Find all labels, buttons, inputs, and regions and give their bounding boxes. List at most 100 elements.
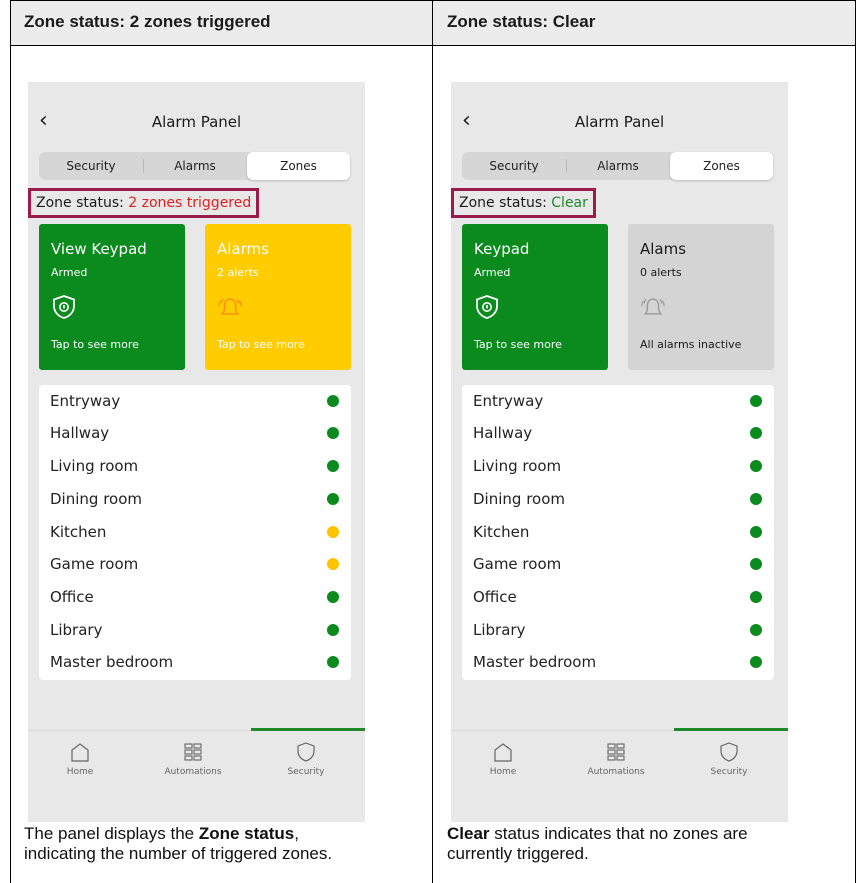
zone-status-dot [750, 493, 762, 505]
zone-name: Game room [473, 555, 562, 573]
segmented-control: Security Alarms Zones [462, 152, 773, 180]
zone-row[interactable]: Dining room [462, 483, 774, 516]
zone-name: Kitchen [473, 523, 530, 541]
app-bar: ‹ Alarm Panel [451, 104, 788, 138]
zone-name: Hallway [473, 424, 533, 442]
caption-bold: Clear [447, 824, 490, 843]
zone-status-dot [327, 460, 339, 472]
card-title: View Keypad [51, 240, 147, 258]
zone-list: Entryway Hallway Living room Dining room… [39, 385, 351, 680]
zone-status-value: 2 zones triggered [128, 195, 252, 211]
shield-lock-icon [53, 295, 75, 319]
bottom-tab-bar: Home Automations Security [451, 728, 788, 822]
alarms-card[interactable]: Alarms 2 alerts Tap to see more [205, 224, 351, 370]
bottom-tab-bar: Home Automations Security [28, 728, 365, 822]
shield-lock-icon [476, 295, 498, 319]
zone-row[interactable]: Library [462, 614, 774, 647]
tab-label: Home [66, 767, 94, 777]
tab-label: Automations [164, 767, 222, 777]
keypad-card[interactable]: Keypad Armed Tap to see more [462, 224, 608, 370]
zone-status-dot [750, 558, 762, 570]
zone-status-dot [327, 656, 339, 668]
caption-text: Clear status indicates that no zones are… [447, 824, 842, 864]
zone-row[interactable]: Office [39, 581, 351, 614]
segment-security[interactable]: Security [462, 152, 566, 180]
tab-home[interactable]: Home [28, 739, 135, 777]
zone-name: Master bedroom [473, 653, 597, 671]
zone-status-dot [327, 395, 339, 407]
tab-security[interactable]: Security [674, 739, 784, 777]
zone-row[interactable]: Hallway [39, 417, 351, 450]
zone-status-dot [327, 624, 339, 636]
alarms-card[interactable]: Alams 0 alerts All alarms inactive [628, 224, 774, 370]
tab-label: Security [287, 767, 325, 777]
zone-name: Dining room [50, 490, 142, 508]
zone-row[interactable]: Master bedroom [462, 646, 774, 679]
tab-home[interactable]: Home [451, 739, 558, 777]
zone-name: Living room [50, 457, 139, 475]
card-title: Keypad [474, 240, 530, 258]
zone-status-highlight: Zone status: Clear [451, 188, 596, 218]
segment-zones[interactable]: Zones [247, 152, 350, 180]
zone-row[interactable]: Entryway [462, 385, 774, 418]
card-subtitle: Armed [51, 266, 88, 279]
phone-screen: ‹ Alarm Panel Security Alarms Zones Zone… [28, 82, 365, 822]
zone-row[interactable]: Game room [39, 548, 351, 581]
segment-alarms[interactable]: Alarms [566, 152, 670, 180]
caption-part: The panel displays the [24, 824, 199, 843]
tab-security[interactable]: Security [251, 739, 361, 777]
segment-zones[interactable]: Zones [670, 152, 773, 180]
caption-part: status indicates that no zones are curre… [447, 824, 748, 863]
zone-row[interactable]: Living room [39, 450, 351, 483]
tab-label: Security [710, 767, 748, 777]
zone-row[interactable]: Dining room [39, 483, 351, 516]
grid-icon [184, 743, 202, 761]
column-title: Zone status: Clear [447, 12, 596, 31]
zone-row[interactable]: Master bedroom [39, 646, 351, 679]
tab-automations[interactable]: Automations [138, 739, 248, 777]
page-title: Alarm Panel [574, 113, 665, 131]
tab-label: Home [489, 767, 517, 777]
zone-row[interactable]: Entryway [39, 385, 351, 418]
active-tab-indicator [674, 728, 788, 731]
zone-row[interactable]: Library [39, 614, 351, 647]
caption-text: The panel displays the Zone status, indi… [24, 824, 419, 864]
home-icon [71, 743, 89, 762]
zone-status-label: Zone status: [36, 195, 129, 211]
shield-icon [720, 742, 738, 762]
zone-status-dot [327, 526, 339, 538]
zone-row[interactable]: Kitchen [462, 516, 774, 549]
keypad-card[interactable]: View Keypad Armed Tap to see more [39, 224, 185, 370]
zone-name: Living room [473, 457, 562, 475]
tab-automations[interactable]: Automations [561, 739, 671, 777]
zone-name: Master bedroom [50, 653, 174, 671]
zone-row[interactable]: Game room [462, 548, 774, 581]
card-footer: Tap to see more [51, 338, 139, 351]
zone-name: Library [50, 621, 103, 639]
zone-row[interactable]: Hallway [462, 417, 774, 450]
segmented-control: Security Alarms Zones [39, 152, 350, 180]
zone-name: Office [473, 588, 517, 606]
card-subtitle: Armed [474, 266, 511, 279]
zone-row[interactable]: Living room [462, 450, 774, 483]
app-bar: ‹ Alarm Panel [28, 104, 365, 138]
card-subtitle: 2 alerts [217, 266, 259, 279]
zone-row[interactable]: Kitchen [39, 516, 351, 549]
segment-security[interactable]: Security [39, 152, 143, 180]
segment-alarms[interactable]: Alarms [143, 152, 247, 180]
zone-name: Kitchen [50, 523, 107, 541]
zone-status-highlight: Zone status: 2 zones triggered [28, 188, 260, 218]
zone-row[interactable]: Office [462, 581, 774, 614]
zone-list: Entryway Hallway Living room Dining room… [462, 385, 774, 680]
bell-ringing-icon [218, 298, 242, 315]
zone-status-dot [327, 558, 339, 570]
tab-label: Automations [587, 767, 645, 777]
zone-name: Library [473, 621, 526, 639]
zone-status-label: Zone status: [459, 195, 552, 211]
card-title: Alarms [217, 240, 269, 258]
bell-ringing-icon [641, 298, 665, 315]
zone-status-dot [750, 395, 762, 407]
zone-name: Entryway [50, 392, 121, 410]
card-subtitle: 0 alerts [640, 266, 682, 279]
zone-status-dot [750, 591, 762, 603]
